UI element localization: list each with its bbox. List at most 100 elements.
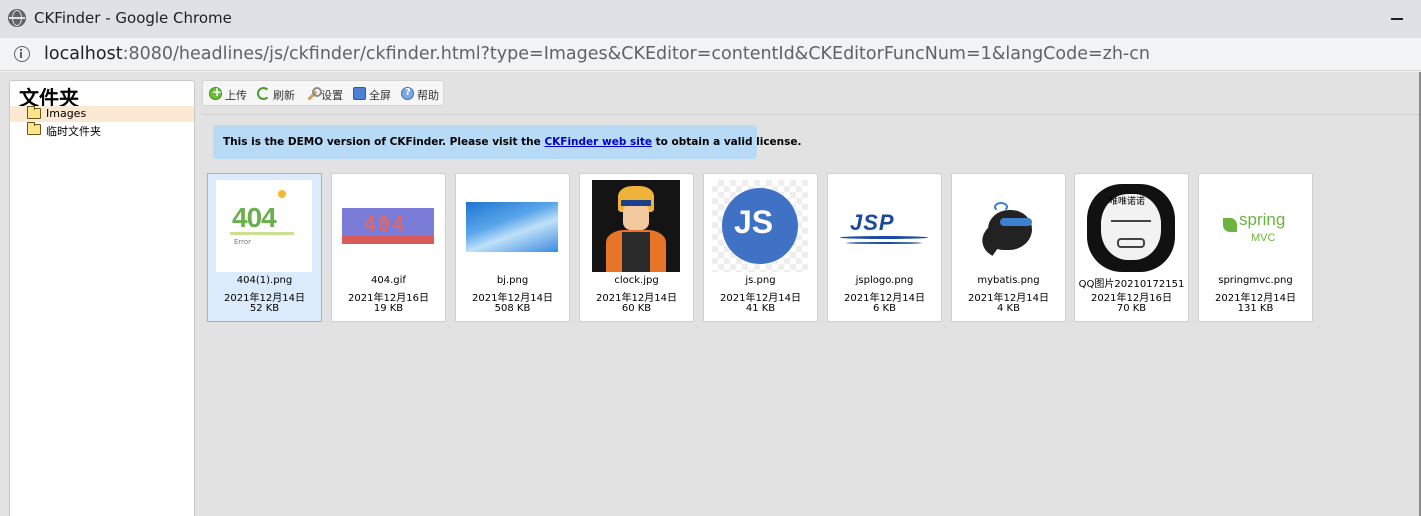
file-name: js.png [745, 275, 776, 286]
file-list-area: This is the DEMO version of CKFinder. Pl… [202, 114, 1421, 516]
file-date: 2021年12月16日 [348, 293, 429, 304]
fullscreen-label: 全屏 [369, 89, 391, 102]
file-name: jsplogo.png [855, 275, 914, 286]
file-size: 41 KB [745, 303, 776, 314]
file-preview-image: JSP [836, 180, 932, 272]
sky-clouds-shape [466, 202, 558, 252]
demo-notice: This is the DEMO version of CKFinder. Pl… [213, 125, 802, 159]
logo-wave-shape [840, 236, 928, 239]
file-name: QQ图片20210172151 [1078, 279, 1185, 290]
file-size: 4 KB [997, 303, 1020, 314]
notice-before: This is the DEMO version of CKFinder. Pl… [223, 136, 545, 148]
bird-mask-shape [1000, 218, 1032, 226]
minimize-button[interactable] [1391, 18, 1403, 20]
file-date: 2021年12月16日 [1091, 293, 1172, 304]
file-thumb[interactable]: mybatis.png 2021年12月14日 4 KB [951, 173, 1066, 322]
help-label: 帮助 [417, 89, 439, 102]
folder-icon [27, 106, 41, 119]
file-thumb[interactable]: clock.jpg 2021年12月14日 60 KB [579, 173, 694, 322]
preview-text: 唯唯诺诺 [1109, 197, 1146, 207]
file-preview-image: spring MVC [1207, 180, 1303, 272]
preview-text: JSP [850, 210, 895, 235]
folder-label: Images [46, 107, 87, 120]
toolbar: 上传 刷新 设置 全屏 帮助 [202, 80, 444, 106]
file-preview-image [588, 180, 684, 272]
folder-label: 临时文件夹 [46, 125, 101, 138]
folder-item-temp[interactable]: 临时文件夹 [10, 122, 194, 138]
preview-text: 404 [232, 202, 277, 233]
figure-vest-shape [622, 232, 650, 272]
preview-subtext: MVC [1251, 232, 1276, 244]
settings-label: 设置 [321, 89, 343, 102]
file-name: springmvc.png [1218, 275, 1293, 286]
file-thumb[interactable]: JSP jsplogo.png 2021年12月14日 6 KB [827, 173, 942, 322]
file-preview-image [464, 180, 560, 272]
file-size: 6 KB [873, 303, 896, 314]
file-name: mybatis.png [977, 275, 1040, 286]
upload-label: 上传 [225, 89, 247, 102]
file-preview-image [960, 180, 1056, 272]
file-name: 404(1).png [236, 275, 293, 286]
preview-text: 404 [364, 212, 407, 236]
address-bar[interactable]: localhost:8080/headlines/js/ckfinder/ckf… [0, 38, 1421, 71]
file-preview-image: 唯唯诺诺 [1083, 180, 1179, 272]
bird-body-shape [988, 210, 1032, 250]
sun-shape [278, 190, 286, 198]
file-thumb[interactable]: 唯唯诺诺 QQ图片20210172151 2021年12月16日 70 KB [1074, 173, 1189, 322]
file-size: 508 KB [494, 303, 531, 314]
figure-face-shape [623, 204, 649, 230]
file-size: 70 KB [1116, 303, 1147, 314]
refresh-icon [257, 87, 270, 100]
file-name: 404.gif [371, 275, 406, 286]
file-thumb[interactable]: 404 Error 404(1).png 2021年12月14日 52 KB [207, 173, 322, 322]
file-date: 2021年12月14日 [968, 293, 1049, 304]
folder-tree-panel: 文件夹 Images 临时文件夹 [9, 80, 195, 516]
file-preview-image: 404 [340, 180, 436, 272]
upload-icon [209, 85, 222, 100]
file-thumb[interactable]: 404 404.gif 2021年12月16日 19 KB [331, 173, 446, 322]
file-date: 2021年12月14日 [224, 293, 305, 304]
panda-mouth-shape [1117, 238, 1145, 248]
settings-icon [305, 87, 322, 101]
file-date: 2021年12月14日 [1215, 293, 1296, 304]
file-name: bj.png [496, 275, 529, 286]
file-preview-image: JS [712, 180, 808, 272]
logo-wave-shape [846, 242, 922, 244]
file-thumb[interactable]: JS js.png 2021年12月14日 41 KB [703, 173, 818, 322]
grass-shape [230, 232, 294, 235]
folder-icon [27, 122, 41, 135]
refresh-label: 刷新 [273, 89, 295, 102]
file-size: 60 KB [621, 303, 652, 314]
panda-eyes-shape [1111, 220, 1151, 228]
file-thumb[interactable]: spring MVC springmvc.png 2021年12月14日 131… [1198, 173, 1313, 322]
bird-ribbon-shape [994, 202, 1008, 212]
url-host: localhost [44, 44, 123, 64]
demo-notice-text: This is the DEMO version of CKFinder. Pl… [223, 136, 802, 148]
url-text[interactable]: localhost:8080/headlines/js/ckfinder/ckf… [44, 44, 1150, 64]
folder-item-images[interactable]: Images [10, 106, 194, 122]
spring-leaf-icon [1223, 218, 1237, 232]
file-date: 2021年12月14日 [720, 293, 801, 304]
file-date: 2021年12月14日 [844, 293, 925, 304]
file-name: clock.jpg [614, 275, 659, 286]
preview-subtext: Error [234, 238, 252, 246]
url-path: :8080/headlines/js/ckfinder/ckfinder.htm… [122, 44, 1150, 64]
window-title-bar: CKFinder - Google Chrome [0, 0, 1421, 38]
file-thumb[interactable]: bj.png 2021年12月14日 508 KB [455, 173, 570, 322]
preview-text: spring [1239, 210, 1286, 229]
file-date: 2021年12月14日 [596, 293, 677, 304]
ckfinder-website-link[interactable]: CKFinder web site [544, 136, 652, 148]
files-pane: 上传 刷新 设置 全屏 帮助 This is the DEMO version … [200, 72, 1421, 516]
figure-headband-shape [621, 200, 651, 206]
globe-icon [8, 9, 26, 27]
notice-after: to obtain a valid license. [651, 136, 802, 148]
info-icon[interactable] [14, 46, 30, 62]
file-size: 52 KB [249, 303, 280, 314]
file-size: 131 KB [1237, 303, 1274, 314]
help-icon [401, 87, 414, 100]
file-date: 2021年12月14日 [472, 293, 553, 304]
file-preview-image: 404 Error [216, 180, 312, 272]
window-title: CKFinder - Google Chrome [34, 9, 232, 27]
folders-pane: 文件夹 Images 临时文件夹 [0, 72, 200, 516]
preview-text: JS [734, 204, 774, 240]
